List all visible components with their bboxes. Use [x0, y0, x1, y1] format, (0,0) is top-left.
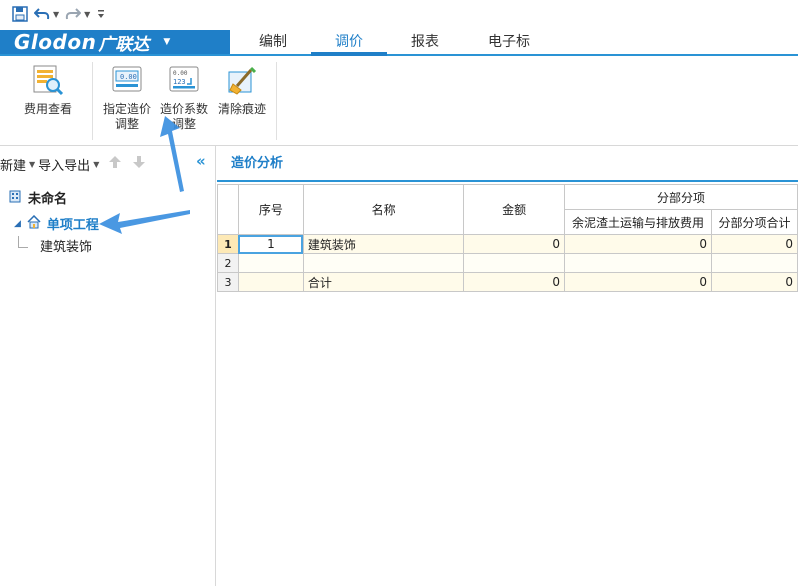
- cell-sub1[interactable]: [564, 253, 712, 273]
- designated-adjust-icon: 0.00: [110, 64, 144, 96]
- new-button[interactable]: 新建: [0, 155, 26, 174]
- tab-reports[interactable]: 报表: [400, 30, 450, 54]
- cell-amount[interactable]: 0: [463, 272, 566, 292]
- fee-view-button[interactable]: 费用查看: [20, 64, 76, 117]
- cell-sub2[interactable]: 0: [710, 272, 798, 292]
- broom-icon: [225, 64, 259, 96]
- row-number[interactable]: 1: [217, 234, 239, 254]
- coefficient-adjust-label-1: 造价系数: [159, 102, 208, 116]
- import-export-button[interactable]: 导入导出: [38, 155, 90, 174]
- tree-toolbar: 新建 ▼ 导入导出 ▼: [0, 154, 146, 174]
- redo-icon[interactable]: [65, 5, 82, 23]
- ribbon-separator: [92, 62, 93, 140]
- ribbon-tab-strip: Glodon 广联达 ▼ 编制 调价 报表 电子标: [0, 30, 798, 56]
- row-number[interactable]: 2: [217, 253, 239, 273]
- col-header-amount[interactable]: 金额: [463, 184, 566, 235]
- designated-adjust-label-1: 指定造价: [102, 102, 151, 116]
- project-tree-pane: 新建 ▼ 导入导出 ▼ « 未命名 ◢ 单项工程 建筑装饰: [0, 146, 216, 586]
- move-down-icon[interactable]: [132, 155, 146, 173]
- table-row[interactable]: 1 1 建筑装饰 0 0 0: [217, 234, 798, 254]
- ribbon-panel: 费用查看 0.00 指定造价 调整 0.00 123 造价系数 调整 清除痕迹: [0, 56, 798, 146]
- col-header-group: 分部分项: [564, 184, 798, 210]
- ribbon-separator: [276, 62, 277, 140]
- quick-access-toolbar: ▼ ▼: [0, 0, 798, 28]
- tree-child-label: 单项工程: [46, 218, 99, 233]
- row-number[interactable]: 3: [217, 272, 239, 292]
- col-header-name[interactable]: 名称: [302, 184, 465, 235]
- import-export-dropdown-icon[interactable]: ▼: [93, 160, 99, 169]
- cell-name[interactable]: 合计: [302, 272, 465, 292]
- cell-seq[interactable]: 1: [237, 234, 304, 254]
- svg-text:0.00: 0.00: [173, 70, 188, 77]
- redo-dropdown-icon[interactable]: ▼: [84, 10, 90, 19]
- clear-traces-label: 清除痕迹: [217, 102, 266, 116]
- svg-text:0.00: 0.00: [120, 73, 137, 81]
- col-header-sub1[interactable]: 余泥渣土运输与排放费用: [564, 209, 712, 235]
- fee-view-label: 费用查看: [23, 102, 72, 116]
- tree-node-leaf[interactable]: 建筑装饰: [18, 235, 93, 255]
- cost-analysis-table: 序号 名称 金额 分部分项 余泥渣土运输与排放费用 分部分项合计 1 1 建筑装…: [217, 184, 798, 292]
- cell-seq[interactable]: [237, 272, 304, 292]
- cell-amount[interactable]: 0: [463, 234, 566, 254]
- save-icon[interactable]: [12, 5, 28, 23]
- tree-connector: [18, 235, 28, 248]
- coefficient-adjust-label-2: 调整: [171, 117, 196, 131]
- table-corner: [217, 184, 239, 235]
- tab-edit[interactable]: 编制: [248, 30, 298, 54]
- customize-icon[interactable]: [96, 5, 106, 23]
- designated-adjust-label-2: 调整: [114, 117, 139, 131]
- table-row[interactable]: 2: [217, 253, 798, 273]
- cell-sub2[interactable]: 0: [710, 234, 798, 254]
- cell-sub2[interactable]: [710, 253, 798, 273]
- panel-tab-underline: [217, 180, 798, 182]
- coefficient-adjust-icon: 0.00 123: [167, 64, 201, 96]
- cell-sub1[interactable]: 0: [564, 272, 712, 292]
- fee-view-icon: [31, 64, 65, 96]
- undo-dropdown-icon[interactable]: ▼: [53, 10, 59, 19]
- cell-seq[interactable]: [237, 253, 304, 273]
- coefficient-price-adjust-button[interactable]: 0.00 123 造价系数 调整: [158, 64, 210, 132]
- tab-e-bid[interactable]: 电子标: [478, 30, 540, 54]
- svg-text:123: 123: [173, 78, 186, 86]
- tree-leaf-label: 建筑装饰: [40, 240, 93, 255]
- col-header-sub2[interactable]: 分部分项合计: [710, 209, 798, 235]
- cell-sub1[interactable]: 0: [564, 234, 712, 254]
- building-icon: [8, 189, 22, 207]
- analysis-pane: 造价分析 序号 名称 金额 分部分项 余泥渣土运输与排放费用 分部分项合计 1 …: [217, 146, 798, 586]
- col-header-seq[interactable]: 序号: [237, 184, 304, 235]
- cell-name[interactable]: [302, 253, 465, 273]
- undo-icon[interactable]: [34, 5, 50, 23]
- tab-price-adjust[interactable]: 调价: [311, 30, 387, 56]
- brand-menu[interactable]: Glodon 广联达 ▼: [0, 30, 230, 55]
- cell-name[interactable]: 建筑装饰: [302, 234, 465, 254]
- tree-node-root[interactable]: 未命名: [8, 188, 67, 207]
- tab-cost-analysis[interactable]: 造价分析: [217, 146, 297, 182]
- brand-logo: Glodon: [14, 30, 97, 54]
- new-dropdown-icon[interactable]: ▼: [29, 160, 35, 169]
- designated-price-adjust-button[interactable]: 0.00 指定造价 调整: [100, 64, 154, 132]
- clear-traces-button[interactable]: 清除痕迹: [214, 64, 270, 117]
- move-up-icon[interactable]: [108, 155, 122, 173]
- tree-root-label: 未命名: [28, 192, 68, 207]
- tree-node-single-project[interactable]: ◢ 单项工程: [14, 214, 99, 233]
- collapse-pane-icon[interactable]: «: [196, 152, 206, 170]
- cell-amount[interactable]: [463, 253, 566, 273]
- brand-dropdown-icon: ▼: [163, 37, 171, 47]
- brand-name: 广联达: [98, 34, 150, 55]
- house-icon: [27, 214, 41, 233]
- expand-toggle-icon[interactable]: ◢: [14, 219, 21, 229]
- table-row[interactable]: 3 合计 0 0 0: [217, 272, 798, 292]
